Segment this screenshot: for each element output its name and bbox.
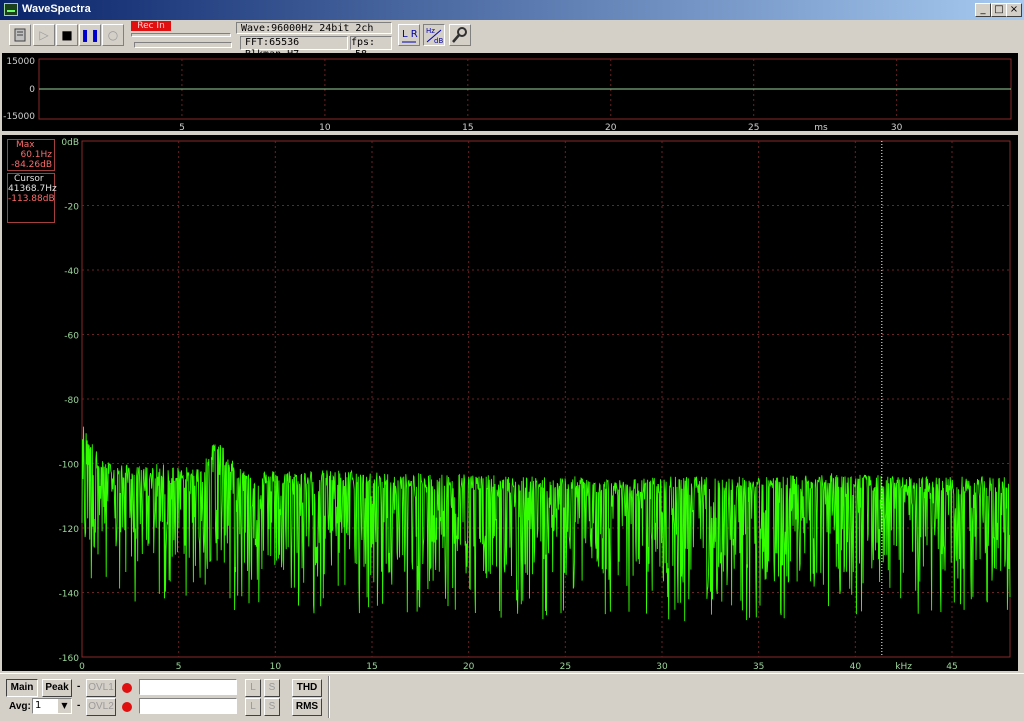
wrench-icon (452, 27, 467, 43)
ovl2-button[interactable]: OVL2 (86, 698, 116, 716)
title-bar: WaveSpectra _ □ × (0, 0, 1024, 20)
max-label: Max (16, 140, 35, 150)
position-slider-track[interactable] (131, 33, 231, 37)
device-settings-button[interactable] (9, 24, 31, 46)
maximize-button[interactable]: □ (991, 3, 1007, 17)
rms-button[interactable]: RMS (292, 698, 322, 716)
lr-icon: L R (402, 29, 418, 43)
ovl1-button[interactable]: OVL1 (86, 679, 116, 697)
wave-x-tick: 5 (179, 123, 185, 131)
max-readout: Max 60.1Hz -84.26dB (7, 139, 55, 171)
ovl1-name-field[interactable] (139, 679, 237, 695)
wave-x-tick: 15 (462, 123, 473, 131)
separator (328, 676, 330, 718)
avg-value: 1 (35, 700, 42, 711)
x-tick-label: 35 (753, 662, 764, 671)
y-tick-label: -140 (59, 590, 80, 600)
loop-icon: ○ (107, 28, 119, 42)
play-icon: ▷ (39, 28, 49, 42)
x-tick-label: 45 (946, 662, 957, 671)
avg-label: Avg: (9, 701, 31, 712)
minimize-button[interactable]: _ (975, 3, 991, 17)
dash-separator: - (77, 700, 81, 711)
ovl1-load-button[interactable]: L (245, 679, 261, 697)
fps-label: fps: (351, 37, 376, 48)
ovl1-record-dot-icon[interactable] (122, 683, 132, 693)
level-meter (134, 42, 232, 48)
spectrum-trace (81, 426, 1011, 622)
ovl2-name-field[interactable] (139, 698, 237, 714)
ovl2-record-dot-icon[interactable] (122, 702, 132, 712)
wave-y-tick: -15000 (3, 112, 35, 122)
pause-icon: ❚❚ (80, 28, 101, 42)
wave-y-tick: 0 (29, 85, 35, 95)
pause-button[interactable]: ❚❚ (79, 24, 101, 46)
svg-text:dB: dB (434, 37, 443, 45)
avg-select[interactable]: 1 ▼ (32, 698, 72, 714)
play-button[interactable]: ▷ (33, 24, 55, 46)
cursor-level: -113.88dB (8, 194, 55, 204)
spectrum-chart: 0dB -20 -40 -60 -80 -100 -120 -140 -1600 5 10 15 20 2… (59, 138, 1011, 672)
hz-db-icon: Hz dB (426, 27, 443, 45)
x-tick-label: 30 (656, 662, 668, 671)
fps-display: fps: 58 (350, 36, 392, 60)
window-title: WaveSpectra (22, 3, 91, 15)
fft-settings-info: FFT:65536 Blkman-H7 (240, 36, 348, 60)
x-tick-label: 20 (463, 662, 475, 671)
stop-button[interactable]: ■ (56, 24, 78, 46)
stop-icon: ■ (61, 28, 73, 42)
peak-button[interactable]: Peak (42, 679, 72, 697)
cursor-readout: Cursor 41368.7Hz -113.88dB (7, 173, 57, 223)
wave-x-tick: 20 (605, 123, 617, 131)
loop-button[interactable]: ○ (102, 24, 124, 46)
chevron-down-icon[interactable]: ▼ (58, 699, 71, 713)
x-tick-label: 0 (79, 662, 85, 671)
y-tick-label: -100 (59, 461, 80, 471)
wave-x-tick: 10 (319, 123, 331, 131)
app-icon (4, 3, 18, 16)
main-button[interactable]: Main (6, 679, 38, 697)
wave-x-tick: 30 (891, 123, 903, 131)
cursor-freq: 41368.7Hz (8, 184, 57, 194)
thd-button[interactable]: THD (292, 679, 322, 697)
svg-text:Hz: Hz (426, 27, 435, 35)
ovl2-save-button[interactable]: S (264, 698, 280, 716)
y-tick-label: -80 (64, 396, 79, 406)
x-tick-label: 5 (176, 662, 182, 671)
y-tick-label: -20 (64, 203, 79, 213)
hz-db-button[interactable]: Hz dB (423, 24, 445, 46)
settings-button[interactable] (449, 24, 471, 46)
rec-in-indicator: Rec In (131, 21, 171, 31)
x-tick-label: 10 (270, 662, 282, 671)
y-tick-label: 0dB (61, 138, 79, 148)
max-level: -84.26dB (11, 160, 52, 170)
waveform-panel[interactable]: 15000 0 -15000 5 10 15 20 25 30 ms (2, 53, 1018, 133)
ovl1-save-button[interactable]: S (264, 679, 280, 697)
x-axis-unit: kHz (895, 662, 912, 671)
dash-separator: - (77, 681, 81, 692)
close-button[interactable]: × (1006, 3, 1022, 17)
lr-channel-button[interactable]: L R (398, 24, 420, 46)
svg-text:L R: L R (402, 29, 418, 40)
cursor-label: Cursor (14, 174, 44, 184)
bottom-control-bar: Main Peak - OVL1 L S THD Avg: 1 ▼ - OVL2… (0, 673, 1024, 721)
max-freq: 60.1Hz (20, 150, 52, 160)
waveform-plot: 15000 0 -15000 5 10 15 20 25 30 ms (3, 57, 1012, 133)
x-tick-label: 40 (850, 662, 862, 671)
x-tick-label: 25 (560, 662, 571, 671)
x-tick-label: 15 (366, 662, 377, 671)
wave-format-info: Wave:96000Hz 24bit 2ch (236, 22, 392, 34)
wave-x-unit: ms (814, 123, 828, 131)
wave-x-tick: 25 (748, 123, 759, 131)
y-tick-label: -120 (59, 525, 80, 535)
ovl2-load-button[interactable]: L (245, 698, 261, 716)
y-tick-label: -60 (64, 332, 79, 342)
wave-y-tick: 15000 (6, 57, 35, 67)
y-tick-label: -160 (59, 654, 80, 664)
device-icon (14, 28, 26, 42)
y-tick-label: -40 (64, 267, 79, 277)
spectrum-panel[interactable]: 0dB -20 -40 -60 -80 -100 -120 -140 -160 0 5 10 15 20 2… (2, 135, 1018, 672)
